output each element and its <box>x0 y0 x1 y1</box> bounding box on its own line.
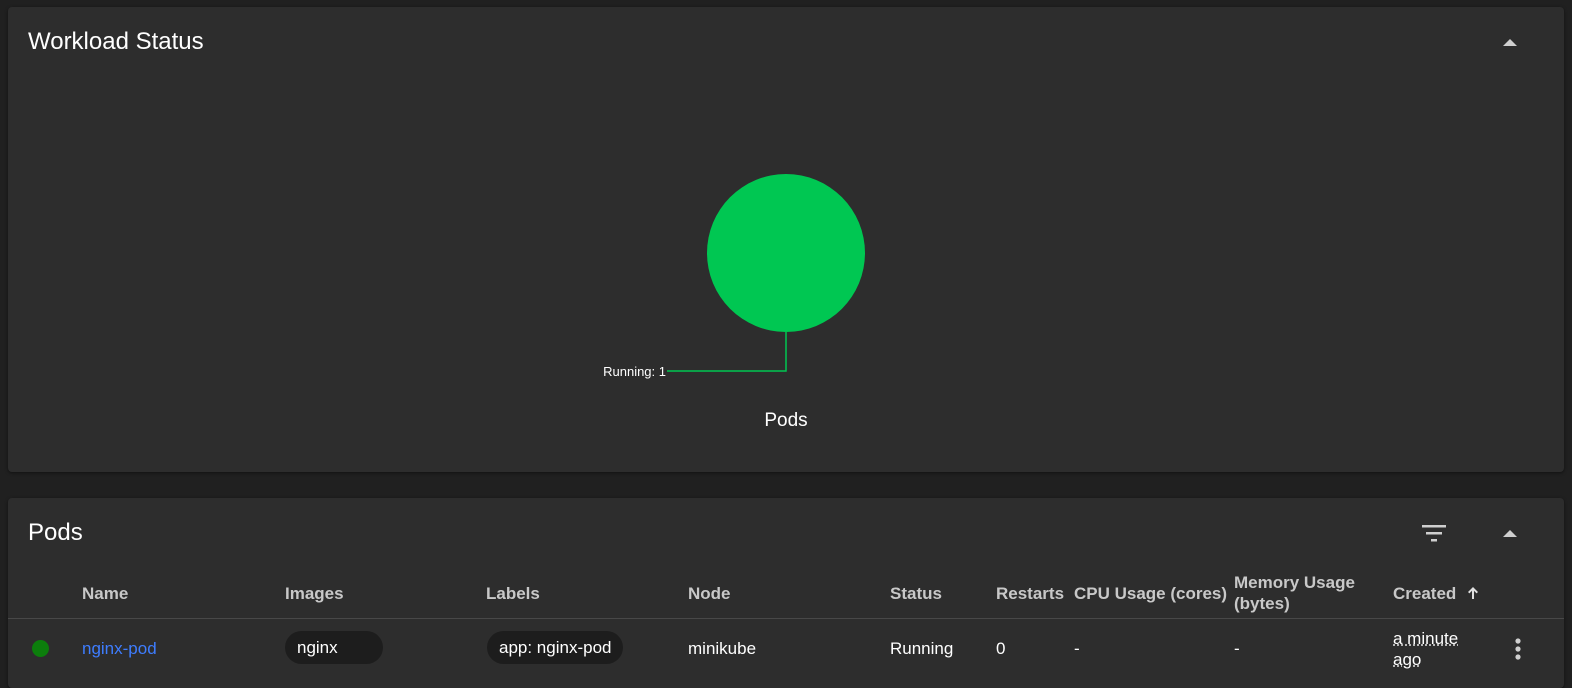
column-header-memory-line1: Memory Usage <box>1234 573 1355 592</box>
created-value-line1: a minute <box>1393 629 1459 648</box>
pie-chart-svg: Running: 1 <box>603 174 865 379</box>
chevron-up-icon <box>1503 530 1517 537</box>
pie-slice-running[interactable] <box>707 174 865 332</box>
created-value-line2: ago <box>1393 650 1422 669</box>
column-header-images: Images <box>285 584 344 603</box>
column-header-cpu: CPU Usage (cores) <box>1074 584 1228 603</box>
pods-table-header: Name Images Labels Node Status Restarts … <box>8 568 1564 619</box>
arrow-up-icon <box>1468 587 1479 599</box>
pods-status-chart: Running: 1 Pods <box>8 7 1564 472</box>
column-header-restarts: Restarts <box>996 584 1065 603</box>
image-chip: nginx <box>285 631 383 664</box>
chart-title: Pods <box>764 410 808 431</box>
filter-icon <box>1422 525 1446 542</box>
status-value: Running <box>890 639 954 658</box>
column-header-created-label: Created <box>1393 584 1457 603</box>
pie-leader-line <box>667 332 787 372</box>
row-menu-button[interactable] <box>1498 629 1538 669</box>
pods-card: Pods Name Images Labels Node Status Rest… <box>8 498 1564 688</box>
status-running-icon <box>32 640 49 657</box>
filter-button[interactable] <box>1414 513 1454 553</box>
more-vert-icon <box>1515 638 1521 660</box>
column-header-name[interactable]: Name <box>82 583 128 604</box>
pod-name-link[interactable]: nginx-pod <box>82 638 157 659</box>
node-value: minikube <box>688 639 757 658</box>
pods-title: Pods <box>28 519 83 546</box>
workload-status-card: Workload Status Running: 1 Pods <box>8 7 1564 472</box>
column-header-node: Node <box>688 584 731 603</box>
pie-annotation-label: Running: 1 <box>603 364 666 379</box>
table-row[interactable]: nginx-pod nginx app: nginx-pod minikube … <box>8 619 1564 679</box>
memory-value: - <box>1234 639 1240 658</box>
pods-collapse-button[interactable] <box>1490 513 1530 553</box>
column-header-created[interactable]: Created <box>1393 583 1479 604</box>
label-chip: app: nginx-pod <box>487 631 624 664</box>
restarts-value: 0 <box>996 639 1006 658</box>
cpu-value: - <box>1074 639 1080 658</box>
column-header-memory-line2: (bytes) <box>1234 594 1290 613</box>
column-header-status: Status <box>890 584 942 603</box>
column-header-labels: Labels <box>486 584 540 603</box>
